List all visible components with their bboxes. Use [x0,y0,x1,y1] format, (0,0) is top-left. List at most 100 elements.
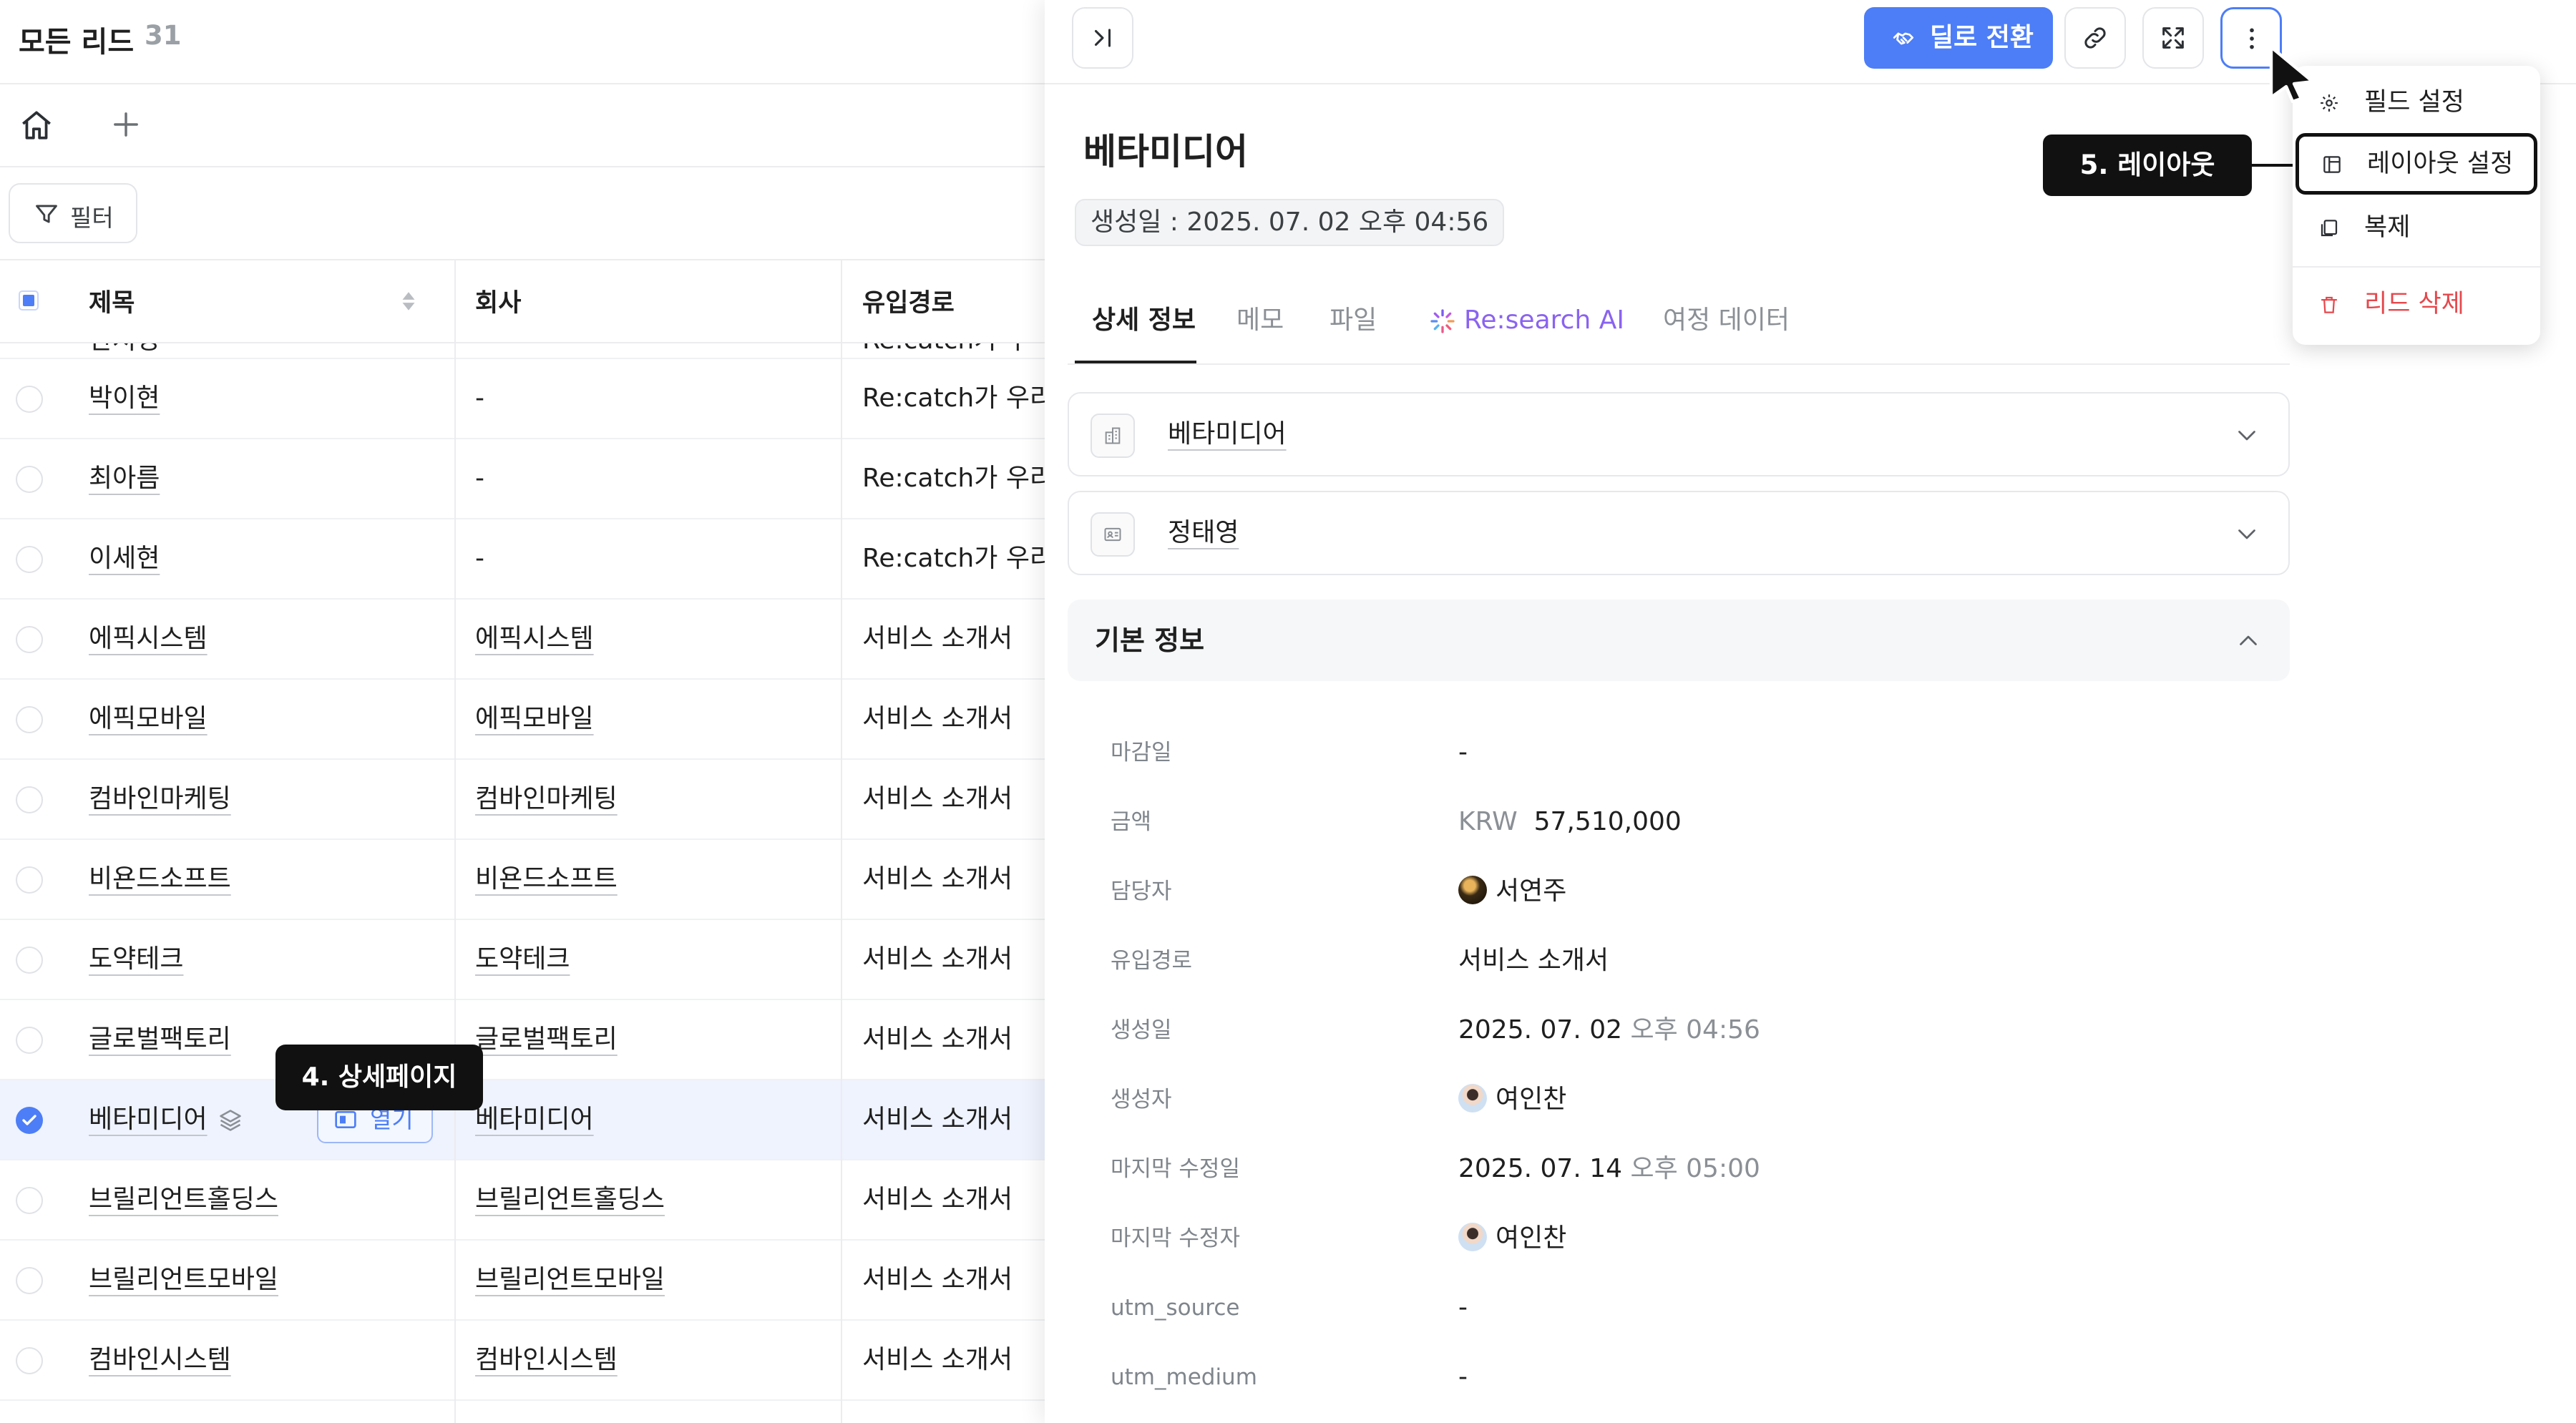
row-checkbox[interactable] [16,1027,43,1054]
tab-details[interactable]: 상세 정보 [1092,286,1196,363]
field-value[interactable]: 2025. 07. 14 오후 05:00 [1458,1148,1760,1190]
convert-to-deal-button[interactable]: 딜로 전환 [1864,7,2053,69]
basic-info-section-header[interactable]: 기본 정보 [1068,600,2290,681]
column-header-company[interactable]: 회사 [475,259,521,342]
cell-title[interactable]: 에픽모바일 [89,680,447,758]
table-row[interactable]: 컴바인마케팅 컴바인마케팅 서비스 소개서 [0,760,1045,840]
lead-title-link[interactable]: 에픽모바일 [89,704,208,733]
more-options-menu: 필드 설정 레이아웃 설정 복제 리드 삭제 [2293,66,2540,345]
table-row[interactable]: 에픽모바일 에픽모바일 서비스 소개서 [0,680,1045,760]
section-title: 기본 정보 [1095,625,1205,656]
menu-item-delete-lead[interactable]: 리드 삭제 [2293,273,2540,335]
field-value[interactable]: 서연주 [1458,870,1566,913]
cell-company: 에픽모바일 [475,704,594,733]
table-row[interactable]: 브릴리언트홀딩스 브릴리언트홀딩스 서비스 소개서 [0,1160,1045,1241]
lead-title[interactable]: 베타미디어 [1083,123,1248,175]
tab-research-ai[interactable]: Re:search AI [1428,286,1624,363]
lead-title-link[interactable]: 베타미디어 [89,1105,208,1134]
menu-item-label: 레이아웃 설정 [2367,150,2514,178]
cell-title[interactable]: 컴바인시스템 [89,1321,447,1399]
tab-memo[interactable]: 메모 [1236,286,1284,363]
cell-title[interactable]: 이세현 [89,519,447,598]
row-checkbox[interactable] [16,1107,43,1134]
associated-company-name[interactable]: 베타미디어 [1168,393,1287,475]
row-checkbox[interactable] [16,866,43,894]
column-header-source[interactable]: 유입경로 [862,259,955,342]
table-row[interactable]: 베타미디어 베타미디어 서비스 소개서 열기 [0,1080,1045,1160]
field-value-text: - [1458,738,1468,767]
cell-title[interactable]: 브릴리언트모바일 [89,1241,447,1319]
home-icon[interactable] [19,107,54,143]
sort-icon[interactable] [401,289,416,313]
lead-title-link[interactable]: 최아름 [89,464,160,493]
field-value[interactable]: 여인찬 [1458,1217,1566,1260]
add-view-icon[interactable] [107,106,145,143]
field-value[interactable]: 2025. 07. 02 오후 04:56 [1458,1009,1760,1052]
tab-journey-data[interactable]: 여정 데이터 [1663,286,1790,363]
convert-to-deal-label: 딜로 전환 [1930,23,2034,52]
field-value[interactable]: - [1458,1356,1468,1399]
lead-title-link[interactable]: 에픽시스템 [89,624,208,653]
row-checkbox[interactable] [16,706,43,733]
lead-title-link[interactable]: 컴바인시스템 [89,1345,231,1374]
cell-title[interactable]: 에픽시스템 [89,600,447,678]
copy-link-button[interactable] [2064,7,2126,69]
expand-button[interactable] [2142,7,2204,69]
table-row[interactable]: 컴바인시스템 컴바인시스템 서비스 소개서 [0,1321,1045,1401]
cell-title[interactable]: 브릴리언트홀딩스 [89,1160,447,1239]
select-all-checkbox[interactable] [19,290,39,310]
column-header-title[interactable]: 제목 [89,259,135,342]
field-value[interactable]: 여인찬 [1458,1078,1566,1121]
table-row[interactable]: 도약테크 도약테크 서비스 소개서 [0,920,1045,1000]
field-value[interactable]: - [1458,731,1468,774]
field-label: 담당자 [1111,879,1172,904]
menu-item-layout-settings[interactable]: 레이아웃 설정 [2296,133,2537,195]
menu-item-field-settings[interactable]: 필드 설정 [2293,72,2540,133]
row-checkbox[interactable] [16,1347,43,1374]
table-row[interactable]: 박이현 - Re:catch가 우리 [0,359,1045,439]
lead-title-link[interactable]: 박이현 [89,383,160,413]
lead-title-link[interactable]: 도약테크 [89,944,183,974]
row-checkbox[interactable] [16,1267,43,1294]
lead-title-link[interactable]: 컴바인마케팅 [89,784,231,813]
row-checkbox[interactable] [16,1187,43,1214]
row-checkbox[interactable] [16,386,43,413]
table-row[interactable]: 비욘드소프트 비욘드소프트 서비스 소개서 [0,840,1045,920]
menu-item-duplicate[interactable]: 복제 [2293,197,2540,258]
field-value[interactable]: 서비스 소개서 [1458,939,1609,982]
field-value[interactable]: - [1458,1286,1468,1329]
collapse-drawer-button[interactable] [1072,7,1133,69]
associated-contact-name[interactable]: 정태영 [1168,492,1239,574]
step4-tooltip: 4. 상세페이지 [275,1045,483,1110]
field-value-text: - [1458,1293,1468,1322]
lead-list-pane: 모든 리드 31 필터 제목 회사 유입경로 한서영 Re:catch가 우리 … [0,0,1045,1423]
field-value[interactable]: KRW 57,510,000 [1458,801,1682,843]
table-row[interactable]: 에픽시스템 에픽시스템 서비스 소개서 [0,600,1045,680]
row-checkbox[interactable] [16,626,43,653]
cell-title[interactable]: 최아름 [89,439,447,518]
cell-title[interactable]: 비욘드소프트 [89,840,447,919]
tab-files[interactable]: 파일 [1330,286,1377,363]
associated-contact-card[interactable]: 정태영 [1068,491,2290,575]
row-checkbox[interactable] [16,466,43,493]
cell-title[interactable]: 박이현 [89,359,447,438]
field-label: 마감일 [1111,740,1172,766]
row-checkbox[interactable] [16,546,43,573]
row-checkbox[interactable] [16,947,43,974]
table-row[interactable]: 브릴리언트모바일 브릴리언트모바일 서비스 소개서 [0,1241,1045,1321]
lead-title-link[interactable]: 이세현 [89,544,160,573]
lead-title-link[interactable]: 브릴리언트모바일 [89,1265,278,1294]
cell-title[interactable]: 컴바인마케팅 [89,760,447,838]
table-row[interactable]: 글로벌팩토리 글로벌팩토리 서비스 소개서 [0,1000,1045,1080]
row-checkbox[interactable] [16,786,43,813]
associated-company-card[interactable]: 베타미디어 [1068,392,2290,476]
table-row[interactable]: 이세현 - Re:catch가 우리 [0,519,1045,600]
lead-title-link[interactable]: 비욘드소프트 [89,864,231,894]
lead-title-link[interactable]: 글로벌팩토리 [89,1025,231,1054]
table-row[interactable]: 최아름 - Re:catch가 우리 [0,439,1045,519]
side-panel-icon [335,1111,356,1128]
filter-button[interactable]: 필터 [9,183,137,243]
lead-title-link[interactable]: 브릴리언트홀딩스 [89,1185,278,1214]
cell-title[interactable]: 도약테크 [89,920,447,999]
gear-icon [2321,94,2338,112]
